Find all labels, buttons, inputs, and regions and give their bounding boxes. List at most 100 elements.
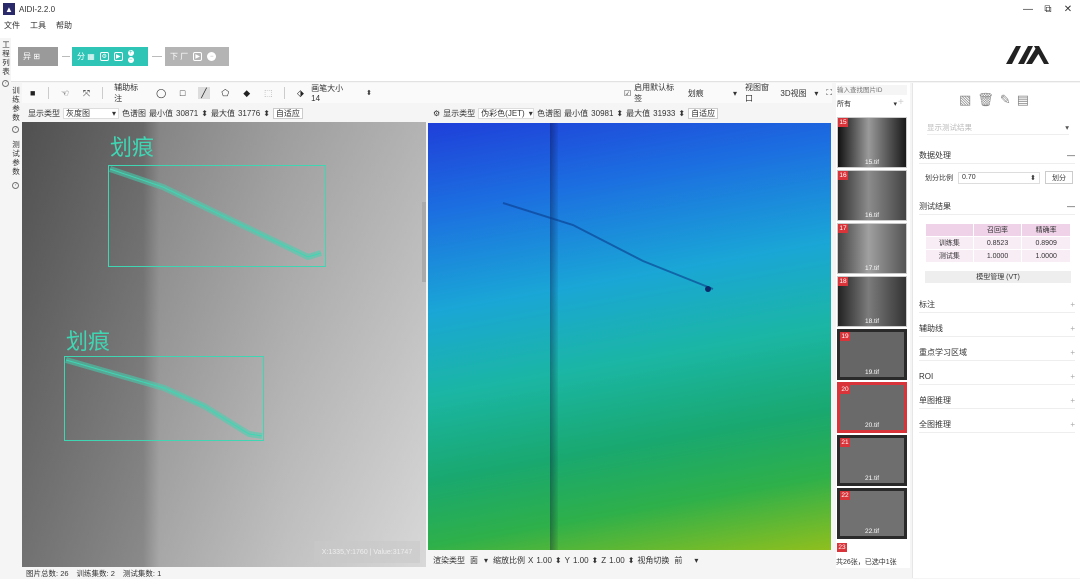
vertical-scrollbar[interactable] xyxy=(422,202,426,282)
eraser-icon[interactable]: ◆ xyxy=(241,87,252,99)
rectangle-tool-icon[interactable]: □ xyxy=(177,87,188,99)
section-roi[interactable]: ROI + xyxy=(919,369,1075,385)
section-focus-area[interactable]: 重点学习区域 + xyxy=(919,345,1075,361)
stepper-icon[interactable]: ⬍ xyxy=(592,556,599,565)
pipeline-stage-1[interactable]: 异 ⊞ xyxy=(18,47,58,66)
play-icon[interactable]: ▶ xyxy=(193,52,203,61)
display-settings-icon[interactable]: ⚙ xyxy=(433,109,440,118)
x-scale-input[interactable]: 1.00 xyxy=(536,556,552,565)
edit-doc-icon[interactable]: ✎ xyxy=(1000,92,1011,108)
split-ratio-input[interactable]: 0.70 ⬍ xyxy=(958,171,1040,184)
view-mode-select[interactable]: 3D视图 ▾ xyxy=(778,88,820,99)
expand-icon[interactable]: + xyxy=(1070,420,1075,429)
display-type-select[interactable]: 伪彩色(JET) ▾ xyxy=(478,107,535,119)
pan-tool-icon[interactable]: ☜ xyxy=(59,87,70,99)
3d-jet-view[interactable] xyxy=(428,123,831,550)
y-scale-input[interactable]: 1.00 xyxy=(573,556,589,565)
expand-icon[interactable]: + xyxy=(1070,396,1075,405)
add-icon[interactable]: + xyxy=(127,50,134,56)
thumbnail-filter-select[interactable]: 所有 ▾ xyxy=(837,98,897,109)
render-type-select[interactable]: 面 ▾ xyxy=(468,555,490,566)
menu-file[interactable]: 文件 xyxy=(4,20,20,31)
app-logo-icon: ▲ xyxy=(3,3,15,15)
help-icon[interactable]: ? xyxy=(2,80,9,87)
stepper-icon[interactable]: ⬍ xyxy=(1030,174,1036,182)
max-value-input[interactable]: 31776 xyxy=(238,109,260,118)
expand-icon[interactable]: + xyxy=(1070,324,1075,333)
thumbnail-item[interactable]: 17 17.tif xyxy=(837,223,907,274)
grayscale-image-view[interactable]: 划痕 划痕 X:1335,Y:1760 | Value:31747 xyxy=(22,122,426,567)
result-select[interactable]: 显示测试结果 ▾ xyxy=(927,121,1069,135)
tab-project-list[interactable]: 工程列表 xyxy=(2,40,10,76)
model-manage-button[interactable]: 模型管理 (VT) xyxy=(925,271,1071,283)
help-icon[interactable]: ? xyxy=(12,126,19,133)
expand-icon[interactable]: + xyxy=(1070,372,1075,381)
max-value-input[interactable]: 31933 xyxy=(653,109,675,118)
stepper-icon[interactable]: ⬍ xyxy=(628,556,635,565)
chevron-down-icon: ▾ xyxy=(893,100,897,108)
section-test-results[interactable]: 测试结果 — xyxy=(919,199,1075,215)
play-icon[interactable]: ▶ xyxy=(113,52,123,61)
remove-icon[interactable]: − xyxy=(207,52,217,61)
stepper-icon[interactable]: ⬍ xyxy=(201,109,208,118)
display-type-select[interactable]: 灰度图 ▾ xyxy=(63,107,119,119)
tab-train-params[interactable]: 训练参数 xyxy=(12,86,20,122)
fit-view-icon[interactable]: ⤧ xyxy=(81,87,92,99)
menu-help[interactable]: 帮助 xyxy=(56,20,72,31)
brush-stepper-icon[interactable]: ⬍ xyxy=(366,89,372,97)
split-button[interactable]: 划分 xyxy=(1045,171,1073,184)
min-value-input[interactable]: 30981 xyxy=(591,109,613,118)
collapse-icon[interactable]: — xyxy=(1067,202,1075,211)
section-single-inference[interactable]: 单图推理 + xyxy=(919,393,1075,409)
chevron-down-icon: ▾ xyxy=(528,108,533,118)
image-add-icon[interactable]: ▧ xyxy=(959,92,971,108)
thumbnail-item-selected[interactable]: 20 20.tif xyxy=(837,382,907,433)
settings-icon[interactable]: ⚙ xyxy=(99,52,109,61)
remove-icon[interactable]: − xyxy=(127,57,134,63)
default-label-checkbox[interactable]: ☑ xyxy=(624,89,631,98)
assist-label[interactable]: 辅助标注 xyxy=(114,82,144,104)
thumbnail-item[interactable]: 22 22.tif xyxy=(837,488,907,539)
thumbnail-item[interactable]: 23 xyxy=(837,543,907,553)
resize-icon[interactable]: ⬚ xyxy=(262,87,273,99)
thumbnail-item[interactable]: 15 15.tif xyxy=(837,117,907,168)
thumbnail-item[interactable]: 18 18.tif xyxy=(837,276,907,327)
collapse-icon[interactable]: — xyxy=(1067,151,1075,160)
section-annotation[interactable]: 标注 + xyxy=(919,297,1075,313)
expand-icon[interactable]: + xyxy=(1070,300,1075,309)
adaptive-button[interactable]: 自适应 xyxy=(688,107,719,119)
expand-icon[interactable]: + xyxy=(1070,348,1075,357)
fullscreen-icon[interactable]: ⛶ xyxy=(826,88,832,98)
tab-test-params[interactable]: 测试参数 xyxy=(12,140,20,176)
section-guides[interactable]: 辅助线 + xyxy=(919,321,1075,337)
view-switch-select[interactable]: 前 ▾ xyxy=(672,555,700,566)
adaptive-button[interactable]: 自适应 xyxy=(272,107,303,119)
section-data-processing[interactable]: 数据处理 — xyxy=(919,148,1075,164)
document-icon[interactable]: ▤ xyxy=(1017,92,1029,108)
brush-size[interactable]: 画笔大小 14 xyxy=(311,83,352,103)
add-image-icon[interactable]: + xyxy=(898,97,904,108)
pipeline-stage-2[interactable]: 分 ▦ ⚙ ▶ + − xyxy=(72,47,148,66)
thumbnail-item[interactable]: 16 16.tif xyxy=(837,170,907,221)
default-label-select[interactable]: 划痕 ▾ xyxy=(686,88,739,99)
stepper-icon[interactable]: ⬍ xyxy=(678,109,685,118)
min-value-input[interactable]: 30871 xyxy=(176,109,198,118)
stepper-icon[interactable]: ⬍ xyxy=(263,109,270,118)
close-button[interactable]: ✕ xyxy=(1056,0,1080,18)
polygon-tool-icon[interactable]: ⬠ xyxy=(220,87,231,99)
thumbnail-item[interactable]: 19 19.tif xyxy=(837,329,907,380)
delete-icon[interactable]: 🗑 xyxy=(977,92,994,108)
section-batch-inference[interactable]: 全图推理 + xyxy=(919,417,1075,433)
image-search-input[interactable] xyxy=(837,85,907,95)
circle-tool-icon[interactable]: ◯ xyxy=(155,87,166,99)
help-icon[interactable]: ? xyxy=(12,182,19,189)
select-tool-icon[interactable]: ■ xyxy=(27,87,38,99)
stepper-icon[interactable]: ⬍ xyxy=(616,109,623,118)
stepper-icon[interactable]: ⬍ xyxy=(555,556,562,565)
thumbnail-item[interactable]: 21 21.tif xyxy=(837,435,907,486)
pipeline-stage-3[interactable]: 下 厂 ▶ − xyxy=(165,47,229,66)
z-scale-input[interactable]: 1.00 xyxy=(609,556,625,565)
menu-tools[interactable]: 工具 xyxy=(30,20,46,31)
line-tool-icon[interactable]: ╱ xyxy=(198,87,210,99)
annotation-label: 划痕 xyxy=(66,330,111,355)
